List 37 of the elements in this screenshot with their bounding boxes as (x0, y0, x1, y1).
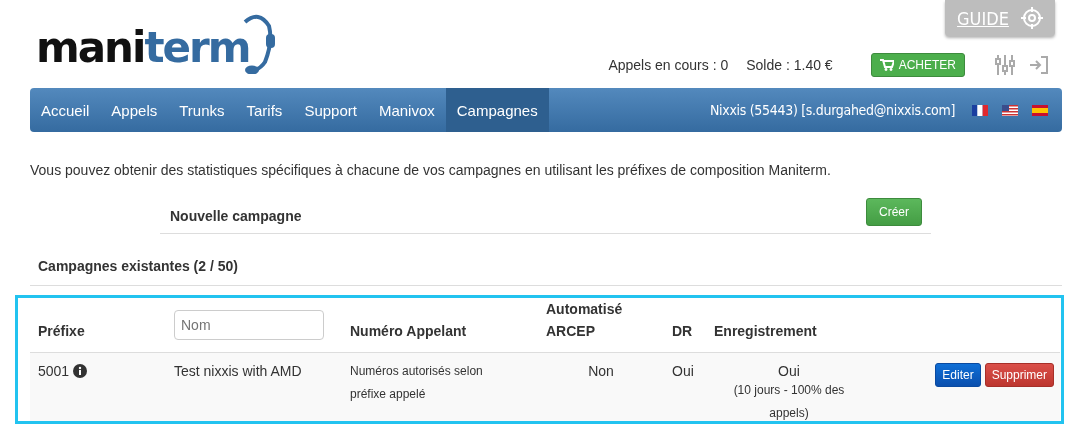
cart-icon (879, 59, 894, 71)
info-icon[interactable] (73, 364, 88, 378)
table-cell: Oui (672, 363, 694, 379)
name-filter-field[interactable]: Nom (174, 310, 324, 340)
table-cell-text: Numéros autorisés selon préfixe appelé (350, 363, 484, 403)
flag-icon[interactable] (1002, 104, 1018, 116)
table-cell: 5001 (38, 363, 70, 379)
target-icon (1020, 7, 1043, 29)
nav-tab[interactable]: Support (293, 88, 368, 132)
column-header: Enregistrement (714, 322, 817, 341)
column-header: Préfixe (38, 322, 85, 341)
nav-tab[interactable]: Campagnes (445, 88, 549, 132)
section-title: Campagnes existantes (2 / 50) (30, 258, 1062, 286)
recording-detail: (10 jours - 100% des appels) (732, 382, 846, 421)
edit-button[interactable]: Editer (935, 363, 981, 387)
table-cell: Test nixxis with AMD (174, 363, 302, 379)
new-campaign-label: Nouvelle campagne (170, 207, 302, 224)
nav-tab[interactable]: Tarifs (235, 88, 294, 132)
calls-count: Appels en cours : 0 (608, 57, 729, 73)
account-label: Nixxis (55443) [s.durgahed@nixxis.com] (709, 101, 955, 120)
table-cell-text: Oui (777, 363, 801, 379)
intro-text: Vous pouvez obtenir des statistiques spécifiques à chacune de vos campagnes en utilisant les préfixes de composition Maniterm. (30, 162, 832, 178)
column-header: Numéro Appelant (350, 322, 467, 341)
buy-button[interactable]: ACHETER (870, 53, 965, 77)
column-header: Automatisé ARCEP (546, 300, 624, 341)
create-button[interactable]: Créer (866, 198, 922, 226)
nav-tab[interactable]: Trunks (168, 88, 236, 132)
nav-tab[interactable]: Manivox (367, 88, 446, 132)
column-header: DR (672, 322, 693, 341)
table-cell: Non (588, 363, 614, 379)
delete-button[interactable]: Supprimer (984, 363, 1054, 387)
balance: Solde : 1.40 € (746, 57, 833, 73)
nav-tab[interactable]: Accueil (30, 88, 101, 132)
sliders-icon[interactable] (995, 54, 1015, 76)
flag-icon[interactable] (972, 104, 988, 116)
nav-tab[interactable]: Appels (100, 88, 169, 132)
logo-text: maniterm (36, 26, 250, 70)
